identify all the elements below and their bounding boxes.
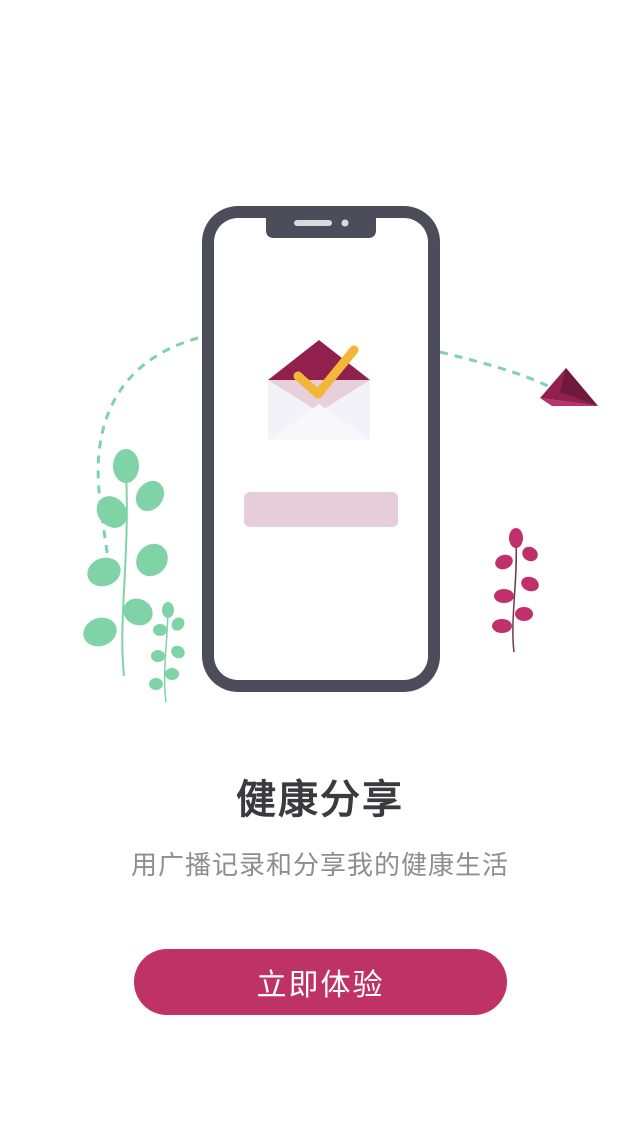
page-subtitle: 用广播记录和分享我的健康生活 <box>130 851 509 881</box>
green-plant-small <box>149 602 185 703</box>
green-plant <box>83 449 168 677</box>
page-title: 健康分享 <box>236 777 404 823</box>
dashed-trail-right <box>439 350 553 390</box>
try-now-button[interactable]: 立即体验 <box>134 949 507 1015</box>
phone-speaker <box>294 220 332 226</box>
placeholder-bar <box>244 492 398 527</box>
phone-illustration <box>202 206 440 692</box>
phone-camera <box>341 219 349 227</box>
onboarding-illustration <box>83 206 598 703</box>
paper-plane-icon <box>540 368 598 406</box>
magenta-plant <box>492 528 539 653</box>
